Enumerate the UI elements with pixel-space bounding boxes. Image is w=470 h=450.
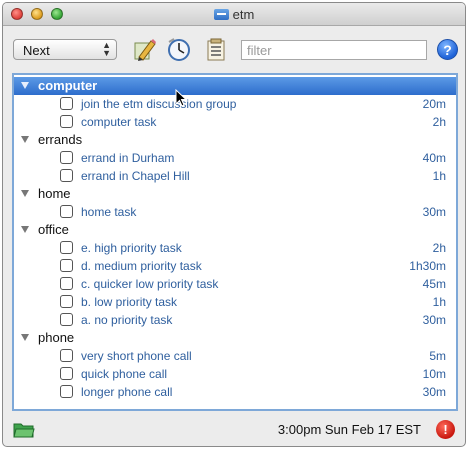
task-duration: 1h30m [409,259,446,273]
task-checkbox[interactable] [60,385,73,398]
group-label: errands [38,132,83,147]
folder-icon[interactable] [13,421,35,444]
view-select[interactable]: Next ▲ ▼ [13,39,117,60]
task-row[interactable]: quick phone call 10m [14,365,456,383]
status-bar: 3:00pm Sun Feb 17 EST ! [3,413,465,446]
task-list: computer join the etm discussion group 20m… [12,73,458,411]
filter-input[interactable] [241,40,427,60]
task-name: home task [81,205,137,219]
pencil-icon[interactable] [131,37,157,63]
disclosure-triangle-icon[interactable] [21,82,29,89]
task-name: longer phone call [81,385,173,399]
task-row[interactable]: b. low priority task 1h [14,293,456,311]
alert-icon[interactable]: ! [436,420,455,439]
task-duration: 10m [422,367,446,381]
task-checkbox[interactable] [60,241,73,254]
task-row[interactable]: a. no priority task 30m [14,311,456,329]
group-label: computer [38,78,98,93]
task-row[interactable]: c. quicker low priority task 45m [14,275,456,293]
task-checkbox[interactable] [60,349,73,362]
task-duration: 45m [422,277,446,291]
task-row[interactable]: errand in Chapel Hill 1h [14,167,456,185]
window-title: etm [3,7,465,22]
task-checkbox[interactable] [60,115,73,128]
task-row[interactable]: computer task 2h [14,113,456,131]
task-checkbox[interactable] [60,313,73,326]
group-row-office[interactable]: office [14,221,456,239]
task-name: very short phone call [81,349,192,363]
task-row[interactable]: e. high priority task 2h [14,239,456,257]
task-name: computer task [81,115,157,129]
task-row[interactable]: home task 30m [14,203,456,221]
task-duration: 40m [422,151,446,165]
task-checkbox[interactable] [60,277,73,290]
group-row-errands[interactable]: errands [14,131,456,149]
app-icon [213,9,229,20]
task-duration: 30m [422,313,446,327]
list-icon[interactable] [203,37,229,63]
task-name: d. medium priority task [81,259,202,273]
task-duration: 20m [422,97,446,111]
task-name: e. high priority task [81,241,182,255]
group-label: phone [38,330,75,345]
group-label: office [38,222,69,237]
view-select-value: Next [23,43,50,58]
task-row[interactable]: very short phone call 5m [14,347,456,365]
task-checkbox[interactable] [60,205,73,218]
status-datetime: 3:00pm Sun Feb 17 EST [277,422,421,437]
mouse-cursor-icon [175,88,188,112]
app-window: etm Next ▲ ▼ filter ? computer join the … [2,2,466,447]
task-duration: 5m [429,349,446,363]
group-row-home[interactable]: home [14,185,456,203]
disclosure-triangle-icon[interactable] [21,226,29,233]
task-checkbox[interactable] [60,169,73,182]
task-name: errand in Chapel Hill [81,169,190,183]
task-name: a. no priority task [81,313,173,327]
clock-icon[interactable] [166,37,192,63]
toolbar: Next ▲ ▼ filter ? [3,26,465,66]
title-bar: etm [3,3,465,26]
task-name: errand in Durham [81,151,175,165]
task-checkbox[interactable] [60,97,73,110]
task-name: quick phone call [81,367,168,381]
task-row[interactable]: errand in Durham 40m [14,149,456,167]
task-duration: 30m [422,385,446,399]
task-checkbox[interactable] [60,259,73,272]
disclosure-triangle-icon[interactable] [21,334,29,341]
disclosure-triangle-icon[interactable] [21,136,29,143]
task-name: c. quicker low priority task [81,277,219,291]
task-duration: 2h [432,115,446,129]
task-checkbox[interactable] [60,151,73,164]
task-row[interactable]: longer phone call 30m [14,383,456,401]
task-checkbox[interactable] [60,295,73,308]
task-name: join the etm discussion group [81,97,237,111]
task-checkbox[interactable] [60,367,73,380]
task-row[interactable]: join the etm discussion group 20m [14,95,456,113]
group-label: home [38,186,71,201]
task-row[interactable]: d. medium priority task 1h30m [14,257,456,275]
group-row-phone[interactable]: phone [14,329,456,347]
updown-arrows-icon: ▲ ▼ [102,40,111,58]
task-duration: 2h [432,241,446,255]
task-duration: 1h [432,169,446,183]
disclosure-triangle-icon[interactable] [21,190,29,197]
help-icon[interactable]: ? [437,39,458,60]
group-row-computer[interactable]: computer [14,77,456,95]
task-duration: 1h [432,295,446,309]
task-duration: 30m [422,205,446,219]
task-name: b. low priority task [81,295,178,309]
